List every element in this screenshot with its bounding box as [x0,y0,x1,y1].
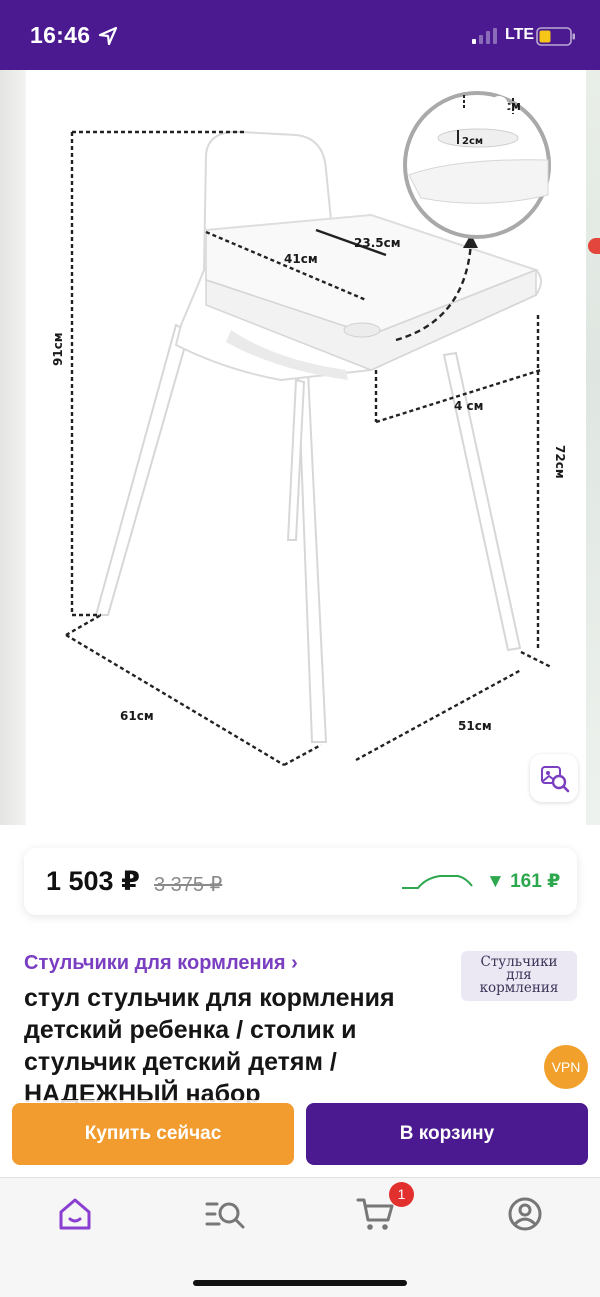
next-image-peek [586,70,600,825]
location-arrow-icon [98,26,118,46]
chevron-left-icon[interactable] [20,94,56,134]
share-icon[interactable] [545,92,581,132]
seat-height-label: 72см [553,445,567,479]
seat-width-label: 41см [284,252,318,266]
status-bar: 16:46 LTE [0,0,600,70]
price-drop: ▼ 161 ₽ [486,871,561,892]
buy-now-button[interactable]: Купить сейчас [12,1103,294,1165]
home-indicator[interactable] [193,1280,407,1286]
battery-icon [536,27,575,46]
height-total-label: 91см [51,332,65,366]
network-type: LTE [505,26,535,43]
current-price: 1 503 ₽ [46,866,140,896]
highchair-illustration: 91см 41см 23.5см 2см см 4 см 72см 61см 5… [51,91,567,767]
previous-image-peek [0,70,26,825]
add-to-cart-button[interactable]: В корзину [306,1103,588,1165]
status-time: 16:46 [30,22,91,48]
tray-width-label: 4 см [454,399,483,413]
heart-icon[interactable] [472,94,510,130]
product-title: стул стульчик для кормления детский ребе… [24,984,395,1108]
image-search-button[interactable] [530,754,578,802]
price-history-sparkline [402,875,473,889]
old-price: 3 375 ₽ [154,874,223,896]
cart-count-badge: 1 [389,1182,414,1207]
next-image-accent [588,238,600,254]
product-gallery[interactable]: 91см 41см 23.5см 2см см 4 см 72см 61см 5… [0,70,600,825]
catalog-search-icon[interactable] [203,1192,247,1236]
image-search-icon [541,766,570,793]
tray-depth-label: 23.5см [354,236,401,250]
profile-icon[interactable] [503,1192,547,1236]
cup-height-label: 2см [462,136,483,147]
category-badge[interactable]: Стульчики для кормления [461,951,577,1001]
home-icon[interactable] [53,1192,97,1236]
bottom-navigation [0,1177,600,1297]
product-image[interactable]: 91см 41см 23.5см 2см см 4 см 72см 61см 5… [26,70,586,825]
signal-icon [472,28,497,44]
vpn-badge[interactable]: VPN [544,1045,588,1089]
category-link[interactable]: Стульчики для кормления › [24,952,298,975]
base-width-label: 61см [120,709,154,723]
base-depth-label: 51см [458,719,492,733]
price-card[interactable]: 1 503 ₽ 3 375 ₽ ▼ 161 ₽ [24,848,577,915]
